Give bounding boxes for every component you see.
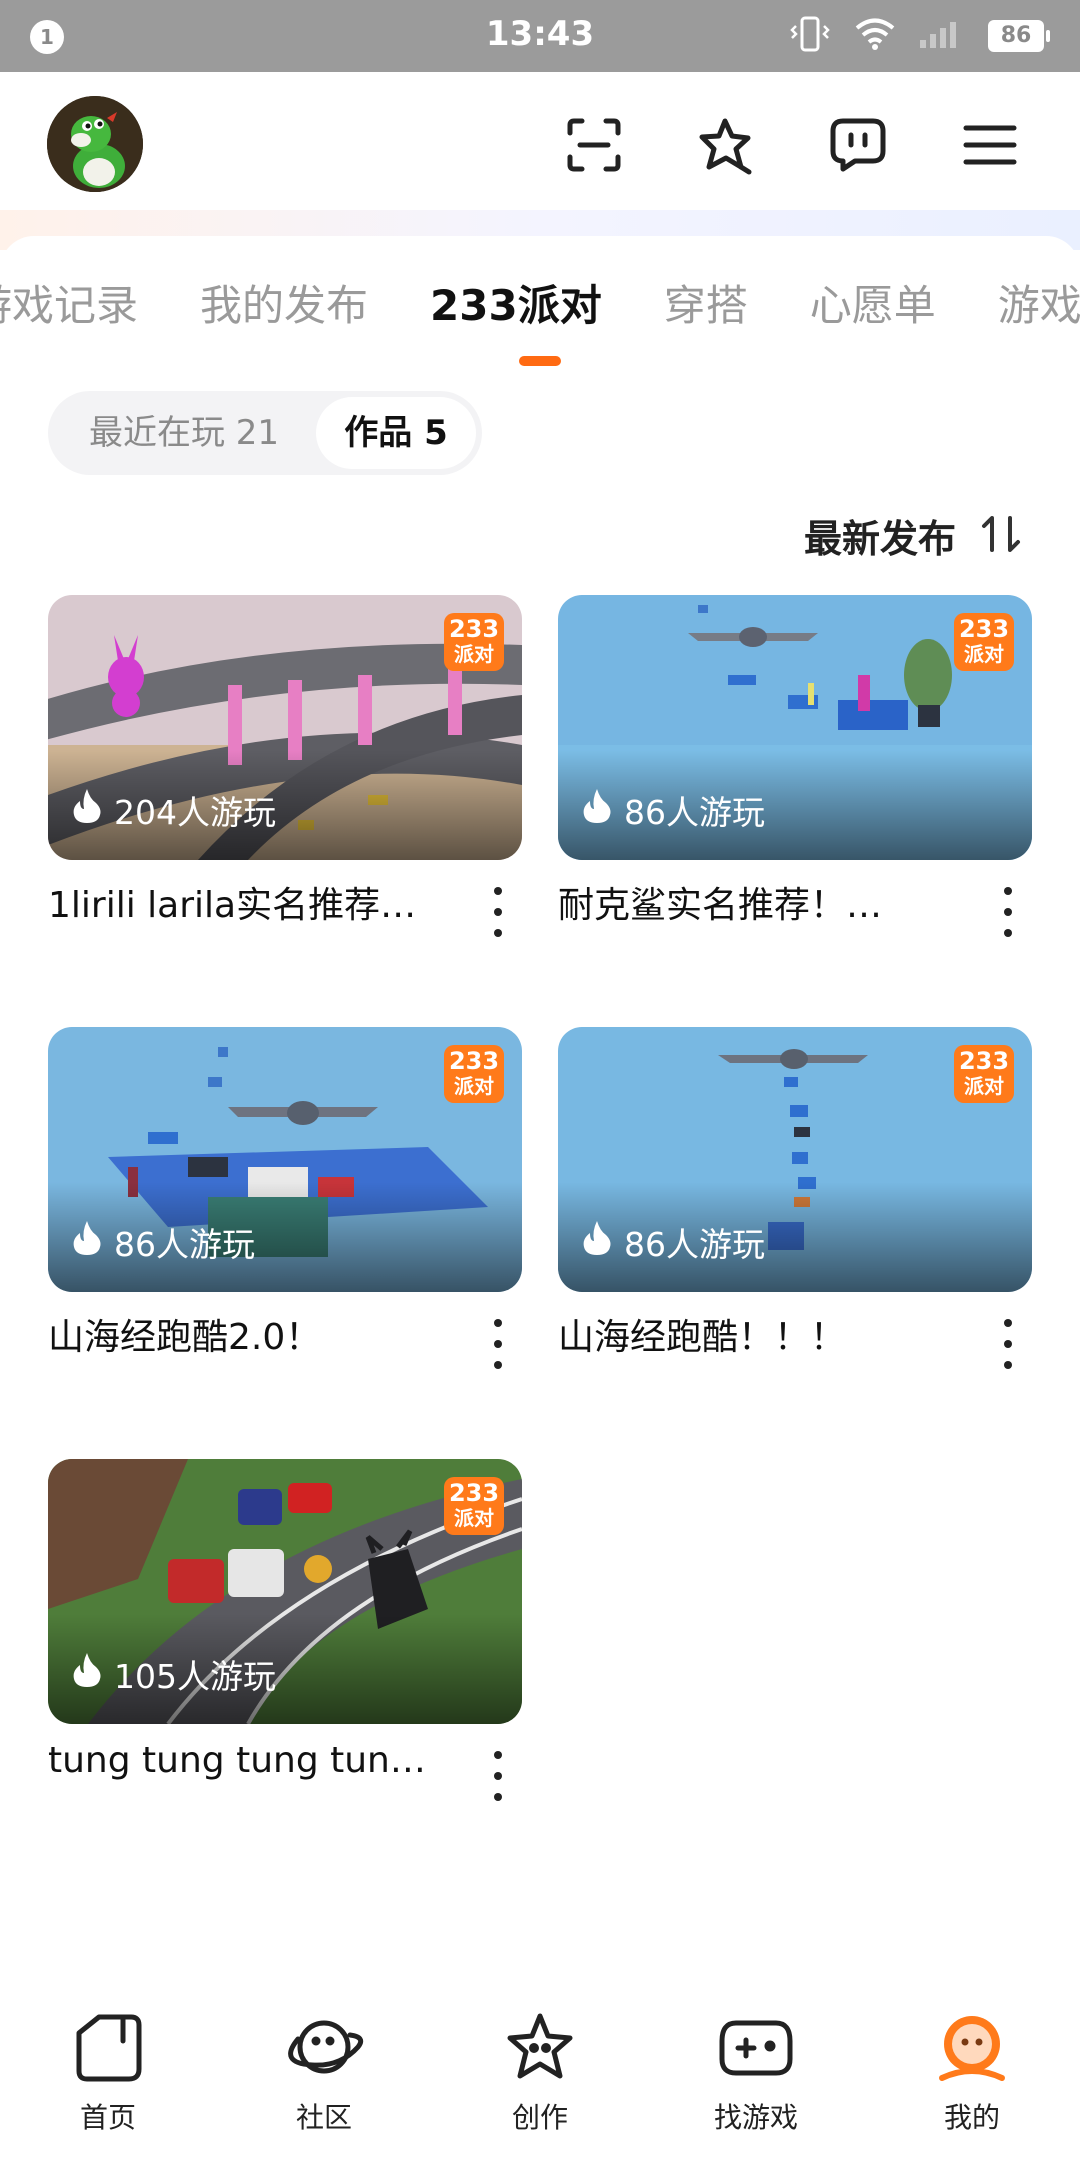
- nav-label: 社区: [295, 2101, 352, 2134]
- nav-label: 首页: [79, 2101, 136, 2134]
- more-options-icon[interactable]: [996, 887, 1020, 937]
- tab-bar: 游戏记录 我的发布 233派对 穿搭 心愿单 游戏: [0, 236, 1080, 366]
- nav-find-games[interactable]: 找游戏: [666, 1990, 846, 2160]
- nav-home[interactable]: 首页: [18, 1990, 198, 2160]
- battery-indicator: 86: [988, 20, 1050, 52]
- active-tab-indicator: [519, 356, 561, 366]
- work-title[interactable]: 耐克鲨实名推荐！…: [558, 876, 958, 928]
- segment-recently-played[interactable]: 最近在玩 21: [54, 397, 314, 469]
- party-badge: 233 派对: [444, 613, 504, 671]
- nav-label: 找游戏: [713, 2101, 798, 2134]
- planet-icon: [284, 2008, 364, 2088]
- avatar[interactable]: [47, 96, 143, 192]
- party-badge: 233 派对: [444, 1477, 504, 1535]
- tab-233-party[interactable]: 233派对: [430, 272, 602, 333]
- gamepad-icon: [716, 2008, 796, 2088]
- bottom-navigation: 首页 社区 创作 找游戏 我的: [0, 1990, 1080, 2160]
- play-count-text: 204人游玩: [114, 793, 276, 832]
- favorites-star-icon[interactable]: [688, 110, 764, 180]
- flame-icon: [582, 1219, 612, 1265]
- work-card[interactable]: 233 派对 204人游玩 1lirili larila实名推荐…: [48, 595, 522, 937]
- more-options-icon[interactable]: [486, 1751, 510, 1801]
- work-title[interactable]: 山海经跑酷！！！: [558, 1308, 958, 1360]
- flame-icon: [582, 787, 612, 833]
- party-badge: 233 派对: [954, 1045, 1014, 1103]
- messages-icon[interactable]: [820, 110, 896, 180]
- play-count: 204人游玩: [72, 786, 276, 834]
- create-star-icon: [500, 2008, 580, 2088]
- nav-mine[interactable]: 我的: [882, 1990, 1062, 2160]
- more-options-icon[interactable]: [996, 1319, 1020, 1369]
- wifi-icon: [854, 17, 896, 55]
- tab-outfits[interactable]: 穿搭: [664, 272, 748, 333]
- play-count: 86人游玩: [582, 786, 765, 834]
- work-thumbnail[interactable]: 233 派对 105人游玩: [48, 1459, 522, 1724]
- play-count-text: 86人游玩: [624, 793, 765, 832]
- work-title[interactable]: 山海经跑酷2.0！: [48, 1308, 448, 1360]
- segment-works[interactable]: 作品 5: [316, 397, 476, 469]
- party-badge: 233 派对: [444, 1045, 504, 1103]
- sort-label: 最新发布: [803, 517, 956, 561]
- profile-face-icon: [932, 2008, 1012, 2088]
- work-card[interactable]: 233 派对 86人游玩 山海经跑酷！！！: [558, 1027, 1032, 1369]
- play-count: 86人游玩: [582, 1218, 765, 1266]
- more-options-icon[interactable]: [486, 1319, 510, 1369]
- signal-icon: [918, 18, 966, 54]
- tab-game-records[interactable]: 游戏记录: [0, 272, 138, 333]
- play-count-text: 86人游玩: [114, 1225, 255, 1264]
- play-count-text: 86人游玩: [624, 1225, 765, 1264]
- home-icon: [68, 2008, 148, 2088]
- vibrate-icon: [788, 14, 832, 58]
- tab-games[interactable]: 游戏: [998, 272, 1080, 333]
- party-badge: 233 派对: [954, 613, 1014, 671]
- play-count: 105人游玩: [72, 1650, 276, 1698]
- nav-label: 我的: [943, 2101, 1000, 2134]
- status-indicators: 86: [788, 14, 1050, 58]
- flame-icon: [72, 1651, 102, 1697]
- tab-my-posts[interactable]: 我的发布: [200, 272, 368, 333]
- sort-arrows-icon: [980, 514, 1022, 558]
- work-card[interactable]: 233 派对 86人游玩 山海经跑酷2.0！: [48, 1027, 522, 1369]
- nav-create[interactable]: 创作: [450, 1990, 630, 2160]
- scan-icon[interactable]: [556, 110, 632, 180]
- nav-community[interactable]: 社区: [234, 1990, 414, 2160]
- flame-icon: [72, 1219, 102, 1265]
- content-filter-segment: 最近在玩 21 作品 5: [48, 391, 482, 475]
- play-count-text: 105人游玩: [114, 1657, 276, 1696]
- header-actions: [556, 110, 1028, 180]
- sort-control[interactable]: 最新发布: [804, 508, 1022, 563]
- work-title[interactable]: 1lirili larila实名推荐…: [48, 876, 448, 928]
- profile-header: [0, 72, 1080, 222]
- play-count: 86人游玩: [72, 1218, 255, 1266]
- work-title[interactable]: tung tung tung tung…: [48, 1740, 448, 1781]
- work-card[interactable]: 233 派对 105人游玩 tung tung tung tung…: [48, 1459, 522, 1801]
- work-thumbnail[interactable]: 233 派对 86人游玩: [558, 1027, 1032, 1292]
- more-options-icon[interactable]: [486, 887, 510, 937]
- flame-icon: [72, 787, 102, 833]
- tab-wishlist[interactable]: 心愿单: [810, 272, 936, 333]
- work-thumbnail[interactable]: 233 派对 86人游玩: [48, 1027, 522, 1292]
- work-thumbnail[interactable]: 233 派对 204人游玩: [48, 595, 522, 860]
- nav-label: 创作: [511, 2101, 568, 2134]
- menu-icon[interactable]: [952, 110, 1028, 180]
- work-thumbnail[interactable]: 233 派对 86人游玩: [558, 595, 1032, 860]
- work-card[interactable]: 233 派对 86人游玩 耐克鲨实名推荐！…: [558, 595, 1032, 937]
- status-bar: 1 13:43 86: [0, 0, 1080, 72]
